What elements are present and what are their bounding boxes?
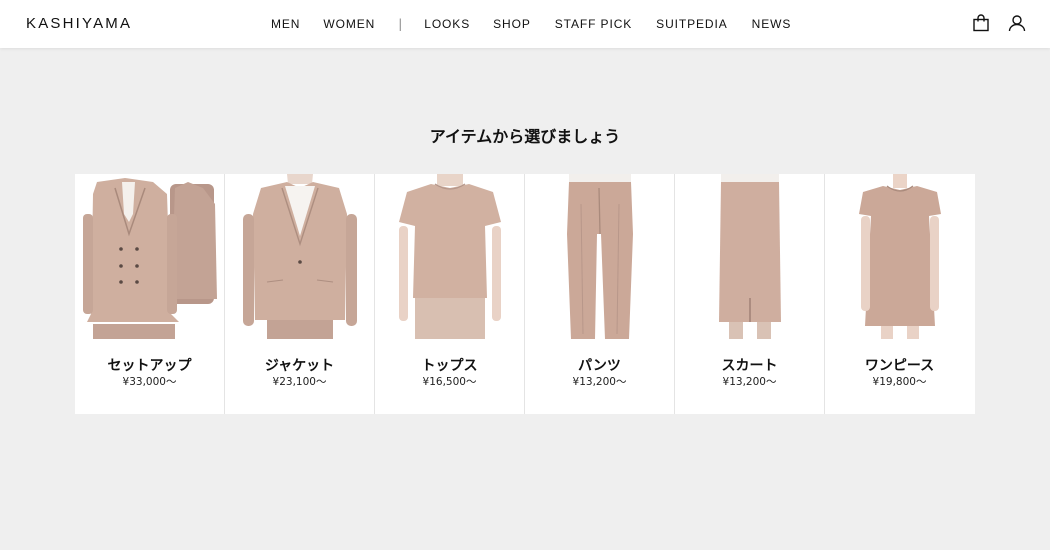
item-name: ジャケット (264, 358, 335, 374)
item-price: ¥13,200～ (722, 376, 777, 388)
nav-staff-pick[interactable]: STAFF PICK (555, 17, 632, 31)
item-card-tops[interactable]: トップス ¥16,500～ (375, 174, 525, 414)
item-name: スカート (721, 358, 778, 374)
onepiece-image (859, 174, 941, 339)
nav-separator: | (398, 17, 403, 31)
item-price: ¥13,200～ (572, 376, 627, 388)
site-header: KASHIYAMA MEN WOMEN | LOOKS SHOP STAFF P… (0, 0, 1050, 48)
item-name: トップス (421, 358, 478, 374)
item-price: ¥19,800～ (872, 376, 927, 388)
skirt-image (719, 174, 781, 339)
setup-image (83, 178, 217, 339)
item-name: セットアップ (107, 358, 192, 374)
nav-shop[interactable]: SHOP (493, 17, 531, 31)
item-price: ¥23,100～ (272, 376, 327, 388)
section-title: アイテムから選びましょう (429, 127, 621, 146)
nav-looks[interactable]: LOOKS (424, 17, 470, 31)
nav-men[interactable]: MEN (271, 17, 300, 31)
item-name: ワンピース (864, 358, 935, 374)
item-name: パンツ (578, 358, 621, 374)
tops-image (399, 174, 501, 339)
shopping-bag-icon[interactable] (972, 14, 990, 32)
item-card-skirt[interactable]: スカート ¥13,200～ (675, 174, 825, 414)
item-card-pants[interactable]: パンツ ¥13,200～ (525, 174, 675, 414)
item-grid: セットアップ ¥33,000～ ジャケット ¥23,100～ トップス ¥16,… (75, 174, 975, 414)
nav-suitpedia[interactable]: SUITPEDIA (656, 17, 727, 31)
user-icon[interactable] (1008, 14, 1026, 32)
main-nav: MEN WOMEN | LOOKS SHOP STAFF PICK SUITPE… (271, 17, 791, 31)
jacket-image (243, 174, 357, 339)
item-card-setup[interactable]: セットアップ ¥33,000～ (75, 174, 225, 414)
pants-image (567, 174, 633, 339)
item-price: ¥33,000～ (122, 376, 177, 388)
nav-news[interactable]: NEWS (752, 17, 792, 31)
nav-women[interactable]: WOMEN (323, 17, 375, 31)
item-card-jacket[interactable]: ジャケット ¥23,100～ (225, 174, 375, 414)
item-price: ¥16,500～ (422, 376, 477, 388)
brand-logo[interactable]: KASHIYAMA (26, 15, 132, 32)
item-card-onepiece[interactable]: ワンピース ¥19,800～ (825, 174, 975, 414)
